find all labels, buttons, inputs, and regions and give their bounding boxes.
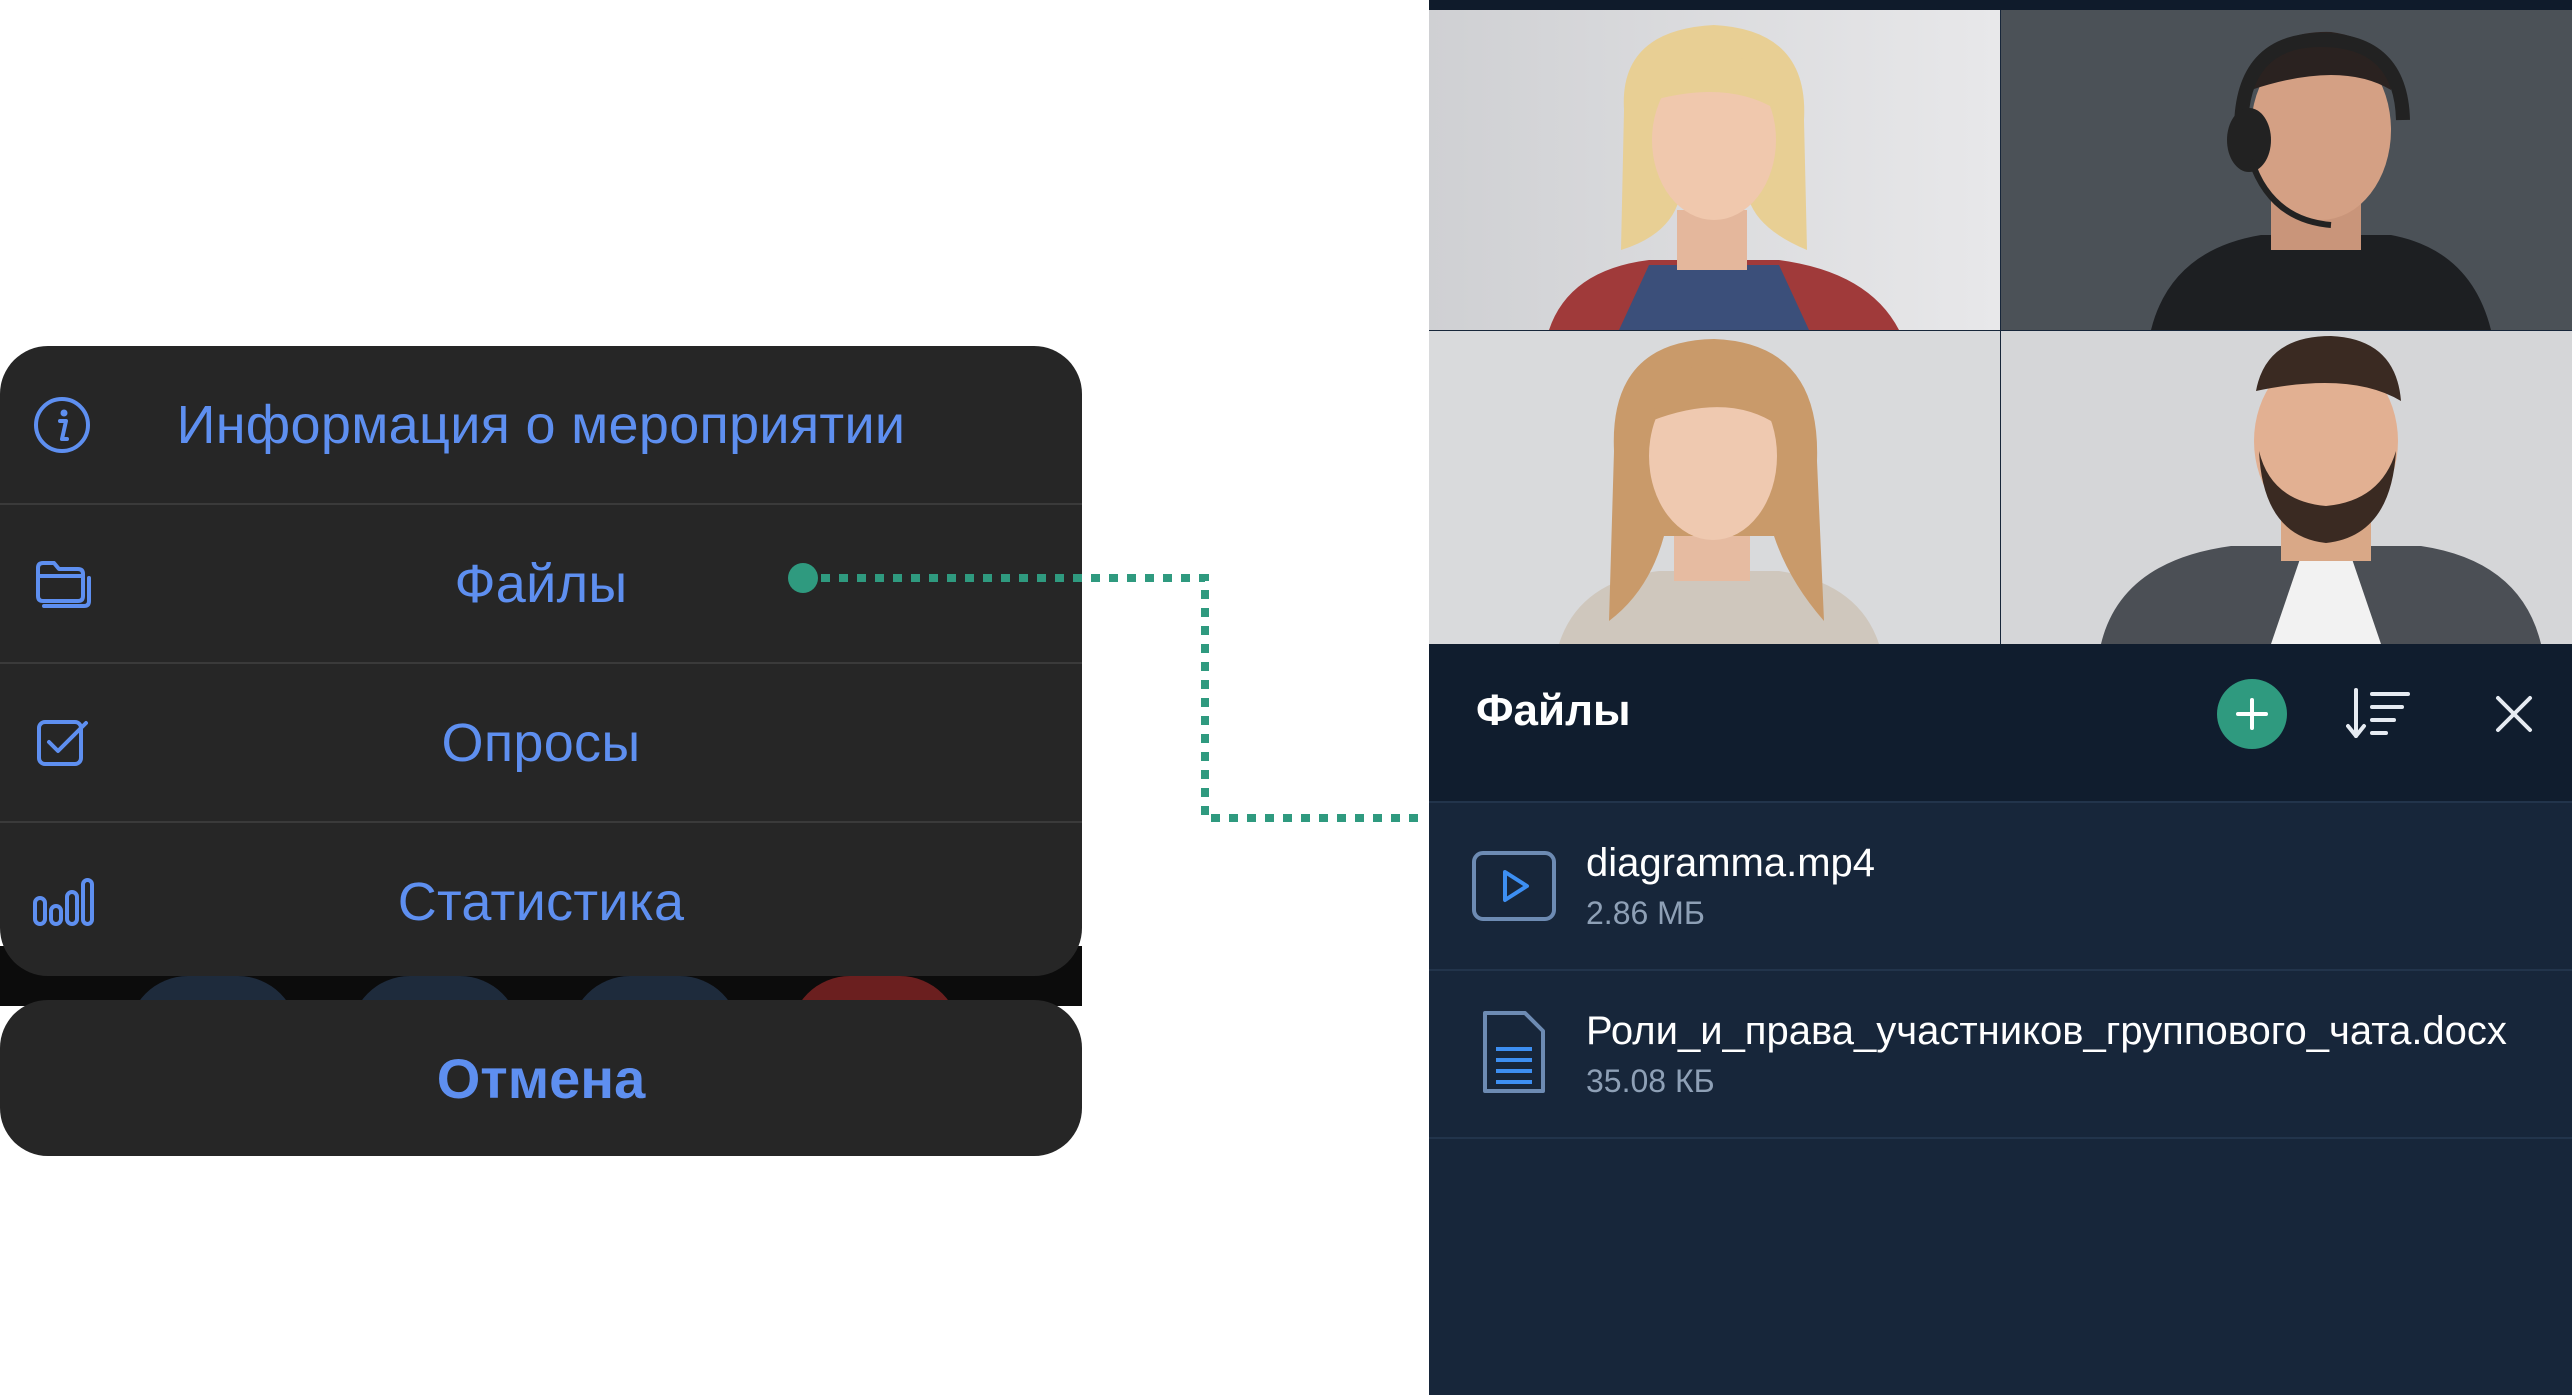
bar-chart-icon	[30, 870, 94, 934]
file-row[interactable]: Роли_и_права_участников_группового_чата.…	[1429, 971, 2572, 1139]
menu-item-event-info[interactable]: Информация о мероприятии	[0, 346, 1082, 504]
app-top-bar	[1429, 0, 2572, 10]
menu-item-label: Статистика	[397, 872, 685, 932]
participant-video-2[interactable]	[2001, 10, 2572, 330]
add-file-button[interactable]	[2217, 679, 2287, 749]
cancel-label: Отмена	[436, 1046, 646, 1110]
file-row[interactable]: diagramma.mp4 2.86 МБ	[1429, 803, 2572, 971]
folder-icon	[30, 552, 94, 616]
info-icon	[30, 393, 94, 457]
cancel-button[interactable]: Отмена	[0, 1000, 1082, 1156]
checkbox-icon	[30, 711, 94, 775]
file-size: 35.08 КБ	[1586, 1063, 1715, 1099]
video-grid	[1429, 10, 2572, 644]
files-header: Файлы	[1429, 644, 2572, 803]
menu-item-label: Информация о мероприятии	[176, 395, 906, 455]
sort-button[interactable]	[2344, 679, 2414, 749]
menu-item-files[interactable]: Файлы	[0, 505, 1082, 663]
sort-icon	[2346, 686, 2412, 742]
menu-item-polls[interactable]: Опросы	[0, 664, 1082, 822]
participant-video-4[interactable]	[2001, 331, 2572, 644]
files-title: Файлы	[1476, 686, 1631, 735]
menu-item-label: Файлы	[454, 554, 628, 614]
file-name: diagramma.mp4	[1586, 841, 1876, 885]
participant-video-1[interactable]	[1429, 10, 2000, 330]
document-file-icon	[1479, 1009, 1549, 1095]
menu-item-statistics[interactable]: Статистика	[0, 823, 1082, 976]
video-file-icon	[1471, 850, 1557, 922]
file-size: 2.86 МБ	[1586, 895, 1705, 931]
close-icon	[2492, 692, 2536, 736]
files-panel: Файлы diagramma.mp4 2.86 МБ Роли_и_права…	[1429, 644, 2572, 1395]
participant-video-3[interactable]	[1429, 331, 2000, 644]
menu-item-label: Опросы	[441, 713, 641, 773]
action-sheet-menu: Информация о мероприятии Файлы Опросы Ст…	[0, 346, 1082, 976]
plus-icon	[2232, 694, 2272, 734]
file-name: Роли_и_права_участников_группового_чата.…	[1586, 1009, 2507, 1053]
conference-app: Файлы diagramma.mp4 2.86 МБ Роли_и_права…	[1429, 0, 2572, 1395]
close-panel-button[interactable]	[2479, 679, 2549, 749]
